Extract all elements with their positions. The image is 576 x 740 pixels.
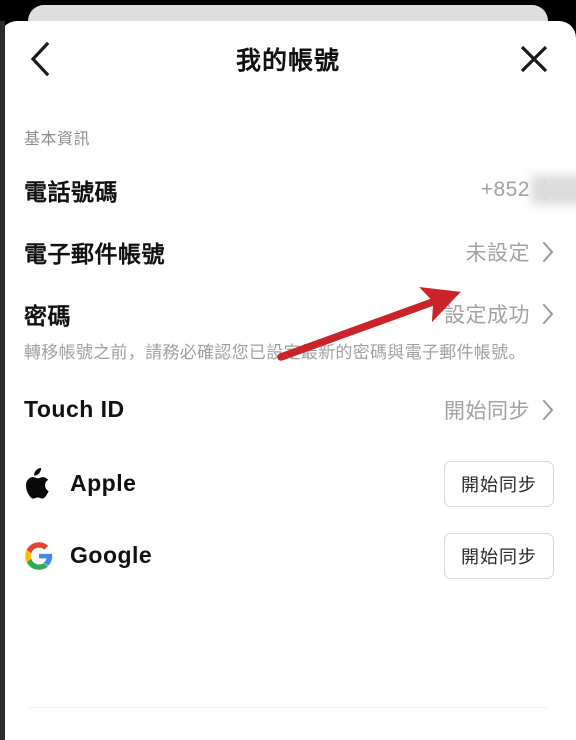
chevron-right-icon-password [542, 303, 554, 325]
left-screen-edge [0, 21, 5, 740]
chevron-right-icon-email [542, 241, 554, 263]
row-email-account[interactable]: 電子郵件帳號 未設定 [24, 221, 554, 283]
row-touch-id[interactable]: Touch ID 開始同步 [24, 372, 554, 448]
close-button[interactable] [510, 35, 558, 83]
row-google-account: Google 開始同步 [24, 520, 554, 592]
close-icon [520, 45, 548, 73]
row-apple-account: Apple 開始同步 [24, 448, 554, 520]
chevron-left-icon [30, 42, 50, 76]
row-value-password: 設定成功 [444, 304, 530, 327]
settings-content: 基本資訊 電話號碼 +852 電子郵件帳號 未設定 密碼 設定成功 轉移帳號之前… [0, 125, 576, 592]
back-button[interactable] [16, 35, 64, 83]
redacted-phone-digits [530, 175, 576, 205]
row-label-phone-number: 電話號碼 [24, 179, 118, 205]
page-title: 我的帳號 [235, 47, 340, 75]
phone-number-value: +852 [480, 175, 576, 205]
bottom-divider [28, 707, 548, 708]
row-value-touch-id: 開始同步 [444, 399, 530, 423]
section-label-basic-info: 基本資訊 [24, 131, 91, 148]
phone-country-code: +852 [480, 178, 530, 201]
navigation-bar: 我的帳號 [0, 21, 576, 97]
chevron-right-icon-touch-id [542, 399, 554, 421]
apple-sync-button[interactable]: 開始同步 [444, 460, 554, 507]
row-label-google: Google [70, 542, 153, 569]
phone-screen: 我的帳號 基本資訊 電話號碼 +852 電子郵件帳號 未設定 密碼 設定成功 轉… [0, 0, 576, 740]
row-label-password: 密碼 [24, 303, 71, 329]
apple-logo-icon [24, 468, 58, 499]
row-phone-number[interactable]: 電話號碼 +852 [24, 159, 576, 221]
helper-text-transfer-notice: 轉移帳號之前，請務必確認您已設定最新的密碼與電子郵件帳號。 [24, 343, 526, 362]
google-sync-button[interactable]: 開始同步 [444, 532, 554, 579]
row-label-apple: Apple [70, 470, 137, 497]
row-label-touch-id: Touch ID [24, 396, 125, 423]
row-label-email-account: 電子郵件帳號 [24, 241, 165, 267]
row-password[interactable]: 密碼 設定成功 [24, 283, 554, 345]
row-value-email-account: 未設定 [465, 242, 530, 265]
account-sheet: 我的帳號 基本資訊 電話號碼 +852 電子郵件帳號 未設定 密碼 設定成功 轉… [0, 21, 576, 740]
google-logo-icon [24, 541, 58, 571]
